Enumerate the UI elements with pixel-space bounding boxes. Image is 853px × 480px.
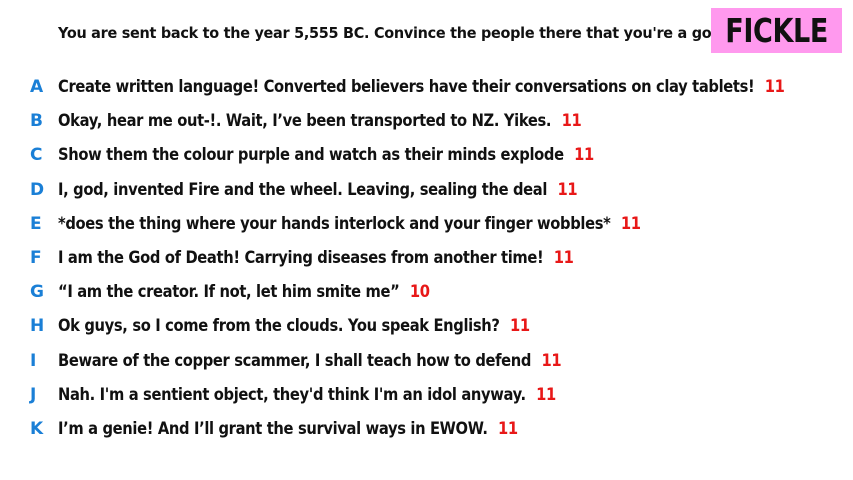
entry-row: F I am the God of Death! Carrying diseas… — [0, 241, 853, 275]
entry-score: 11 — [574, 145, 594, 166]
entry-row: A Create written language! Converted bel… — [0, 70, 853, 104]
entry-row: D I, god, invented Fire and the wheel. L… — [0, 173, 853, 207]
entry-list: A Create written language! Converted bel… — [0, 70, 853, 446]
entry-letter: K — [30, 418, 44, 439]
entry-letter: H — [30, 316, 45, 337]
entry-line: Beware of the copper scammer, I shall te… — [58, 348, 562, 374]
entry-row: C Show them the colour purple and watch … — [0, 138, 853, 172]
entry-letter: A — [30, 77, 44, 97]
entry-score: 11 — [561, 111, 582, 132]
entry-letter: F — [30, 247, 42, 268]
entry-line: I’m a genie! And I’ll grant the survival… — [58, 416, 518, 442]
entry-text: Beware of the copper scammer, I shall te… — [58, 350, 532, 371]
title-text: FICKLE — [725, 11, 828, 50]
entry-line: I, god, invented Fire and the wheel. Lea… — [58, 177, 578, 203]
title-badge: FICKLE — [711, 8, 842, 53]
entry-text: Nah. I'm a sentient object, they'd think… — [58, 384, 526, 405]
entry-score: 11 — [498, 418, 518, 439]
entry-letter: G — [30, 282, 44, 303]
entry-row: K I’m a genie! And I’ll grant the surviv… — [0, 412, 853, 446]
entry-line: Create written language! Converted belie… — [58, 74, 785, 100]
entry-text: *does the thing where your hands interlo… — [58, 213, 611, 234]
entry-row: J Nah. I'm a sentient object, they'd thi… — [0, 378, 853, 412]
entry-text: Ok guys, so I come from the clouds. You … — [58, 316, 500, 337]
entry-letter: B — [30, 111, 43, 132]
entry-letter: I — [30, 350, 37, 371]
entry-line: I am the God of Death! Carrying diseases… — [58, 245, 574, 271]
entry-letter: D — [30, 179, 45, 200]
entry-text: I’m a genie! And I’ll grant the survival… — [58, 418, 488, 439]
entry-score: 10 — [409, 282, 430, 303]
entry-score: 11 — [509, 316, 530, 337]
entry-line: Show them the colour purple and watch as… — [58, 142, 594, 168]
entry-text: Create written language! Converted belie… — [58, 77, 755, 97]
entry-score: 11 — [764, 77, 785, 97]
entry-row: H Ok guys, so I come from the clouds. Yo… — [0, 309, 853, 343]
entry-line: “I am the creator. If not, let him smite… — [58, 279, 430, 305]
entry-text: I am the God of Death! Carrying diseases… — [58, 247, 544, 268]
entry-row: G “I am the creator. If not, let him smi… — [0, 275, 853, 309]
prompt-text: You are sent back to the year 5,555 BC. … — [58, 24, 727, 42]
entry-score: 11 — [557, 179, 578, 200]
entry-letter: J — [30, 384, 37, 405]
entry-line: Ok guys, so I come from the clouds. You … — [58, 313, 530, 339]
entry-text: I, god, invented Fire and the wheel. Lea… — [58, 179, 548, 200]
entry-score: 11 — [620, 213, 641, 234]
entry-row: B Okay, hear me out-!. Wait, I’ve been t… — [0, 104, 853, 138]
entry-letter: C — [30, 145, 43, 166]
entry-line: Okay, hear me out-!. Wait, I’ve been tra… — [58, 108, 582, 134]
entry-line: Nah. I'm a sentient object, they'd think… — [58, 382, 556, 408]
entry-line: *does the thing where your hands interlo… — [58, 211, 641, 237]
entry-text: Show them the colour purple and watch as… — [58, 145, 564, 166]
entry-score: 11 — [541, 350, 562, 371]
entry-text: Okay, hear me out-!. Wait, I’ve been tra… — [58, 111, 552, 132]
entry-row: E *does the thing where your hands inter… — [0, 207, 853, 241]
entry-letter: E — [30, 213, 42, 234]
entry-score: 11 — [553, 247, 574, 268]
entry-score: 11 — [536, 384, 556, 405]
entry-text: “I am the creator. If not, let him smite… — [58, 282, 400, 303]
entry-row: I Beware of the copper scammer, I shall … — [0, 344, 853, 378]
